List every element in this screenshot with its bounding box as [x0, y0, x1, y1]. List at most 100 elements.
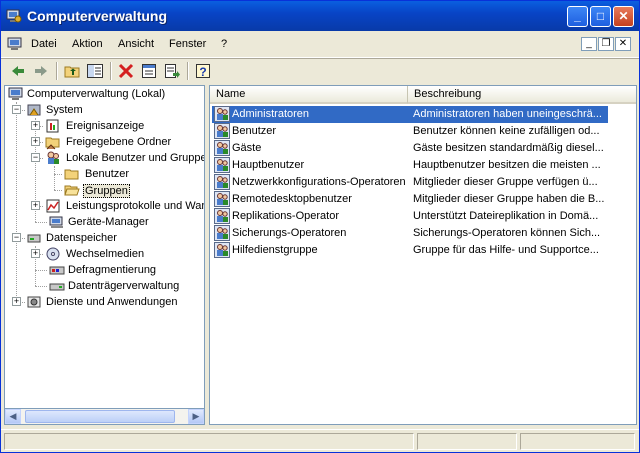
- status-panel: [520, 433, 635, 450]
- console-icon[interactable]: [7, 36, 23, 52]
- tree-item-leistungsprotokolle[interactable]: + Leistungsprotokolle und Warnungen: [5, 198, 204, 214]
- tree-item-lokale-benutzer[interactable]: − Lokale Benutzer und Gruppen: [5, 150, 204, 166]
- tree-item-geraete-manager[interactable]: Geräte-Manager: [5, 214, 204, 230]
- collapse-icon[interactable]: −: [31, 153, 40, 162]
- scroll-right-button[interactable]: ▶: [188, 409, 204, 424]
- delete-icon: [118, 63, 134, 79]
- expand-icon[interactable]: +: [31, 249, 40, 258]
- up-button[interactable]: [63, 62, 81, 80]
- delete-button[interactable]: [117, 62, 135, 80]
- tree-item-label: System: [46, 104, 83, 116]
- table-row[interactable]: Replikations-Operator Unterstützt Dateire…: [212, 208, 608, 225]
- table-row[interactable]: Benutzer Benutzer können keine zufälligen…: [212, 123, 608, 140]
- minimize-icon: _: [574, 9, 581, 23]
- performance-logs-icon: [45, 198, 61, 214]
- menu-help[interactable]: ?: [221, 38, 227, 50]
- table-row[interactable]: Sicherungs-Operatoren Sicherungs-Operator…: [212, 225, 608, 242]
- properties-button[interactable]: [140, 62, 158, 80]
- child-close-button[interactable]: ✕: [615, 37, 631, 51]
- tree-item-dienste[interactable]: + Dienste und Anwendungen: [5, 294, 204, 310]
- maximize-button[interactable]: □: [590, 6, 611, 27]
- table-row[interactable]: Netzwerkkonfigurations-Operatoren Mitglie…: [212, 174, 608, 191]
- table-row[interactable]: Gäste Gäste besitzen standardmäßig diesel…: [212, 140, 608, 157]
- column-header-name[interactable]: Name: [210, 86, 408, 104]
- group-icon: [214, 208, 230, 224]
- tree-item-ereignisanzeige[interactable]: + Ereignisanzeige: [5, 118, 204, 134]
- forward-button[interactable]: [32, 62, 50, 80]
- tree-item-datentraegerverwaltung[interactable]: Datenträgerverwaltung: [5, 278, 204, 294]
- export-list-icon: [165, 64, 180, 78]
- toolbar-separator: [56, 62, 58, 80]
- group-icon: [214, 225, 230, 241]
- computer-management-icon: [8, 86, 24, 102]
- tree-item-label: Ereignisanzeige: [66, 120, 145, 132]
- menu-ansicht[interactable]: Ansicht: [118, 38, 154, 50]
- show-tree-button[interactable]: [86, 62, 104, 80]
- open-folder-icon: [64, 182, 80, 198]
- tree-item-label: Geräte-Manager: [68, 216, 149, 228]
- menu-datei[interactable]: Datei: [31, 38, 57, 50]
- child-restore-button[interactable]: ❐: [598, 37, 614, 51]
- menu-fenster[interactable]: Fenster: [169, 38, 206, 50]
- close-icon: ✕: [618, 38, 628, 49]
- tree-item-label: Datenträgerverwaltung: [68, 280, 180, 292]
- export-list-button[interactable]: [163, 62, 181, 80]
- tree-item-label: Datenspeicher: [46, 232, 117, 244]
- table-row[interactable]: Hilfedienstgruppe Gruppe für das Hilfe- u…: [212, 242, 608, 259]
- chevron-left-icon: ◀: [9, 411, 17, 421]
- collapse-icon[interactable]: −: [12, 105, 21, 114]
- close-button[interactable]: ✕: [613, 6, 634, 27]
- group-name: Benutzer: [232, 125, 277, 137]
- tree-item-label: Benutzer: [85, 168, 130, 180]
- tree-item-label: Freigegebene Ordner: [66, 136, 172, 148]
- tree-item-label: Gruppen: [83, 184, 130, 198]
- tree-item-label: Defragmentierung: [68, 264, 157, 276]
- back-arrow-icon: [12, 66, 24, 76]
- column-header-beschreibung[interactable]: Beschreibung: [408, 86, 636, 104]
- scroll-thumb[interactable]: [25, 410, 175, 423]
- menu-bar: Datei Aktion Ansicht Fenster ? _ ❐ ✕: [1, 31, 639, 58]
- details-list[interactable]: Name Beschreibung Administratoren Adminis…: [209, 85, 637, 425]
- device-manager-icon: [49, 214, 65, 230]
- expand-icon[interactable]: +: [31, 137, 40, 146]
- tree-item-label: Dienste und Anwendungen: [46, 296, 178, 308]
- menu-aktion[interactable]: Aktion: [72, 38, 103, 50]
- group-name: Administratoren: [232, 108, 310, 120]
- tree-item-system[interactable]: − System: [5, 102, 204, 118]
- table-row[interactable]: Administratoren Administratoren haben une…: [212, 106, 608, 123]
- collapse-icon[interactable]: −: [12, 233, 21, 242]
- group-name: Hilfedienstgruppe: [232, 244, 318, 256]
- back-button[interactable]: [9, 62, 27, 80]
- group-name: Netzwerkkonfigurations-Operatoren: [232, 176, 406, 188]
- system-tools-icon: [26, 102, 42, 118]
- console-tree[interactable]: Computerverwaltung (Lokal) − System + Er…: [4, 85, 205, 425]
- defrag-icon: [49, 262, 65, 278]
- help-button[interactable]: ?: [194, 62, 212, 80]
- child-minimize-button[interactable]: _: [581, 37, 597, 51]
- app-window: Computerverwaltung _ □ ✕ Datei Aktion An…: [0, 0, 640, 453]
- tree-item-defragmentierung[interactable]: Defragmentierung: [5, 262, 204, 278]
- tree-horizontal-scrollbar[interactable]: ◀ ▶: [4, 408, 205, 425]
- expand-icon[interactable]: +: [12, 297, 21, 306]
- scroll-left-button[interactable]: ◀: [5, 409, 21, 424]
- event-viewer-icon: [45, 118, 61, 134]
- expand-icon[interactable]: +: [31, 121, 40, 130]
- tree-item-gruppen[interactable]: Gruppen: [5, 182, 204, 198]
- group-description: Mitglieder dieser Gruppe haben die B...: [413, 193, 605, 205]
- expand-icon[interactable]: +: [31, 201, 40, 210]
- minimize-button[interactable]: _: [567, 6, 588, 27]
- tree-item-benutzer[interactable]: Benutzer: [5, 166, 204, 182]
- title-bar[interactable]: Computerverwaltung _ □ ✕: [1, 1, 639, 31]
- toolbar: ?: [1, 58, 639, 83]
- status-panel: [4, 433, 414, 450]
- group-description: Administratoren haben uneingeschrä...: [413, 108, 602, 120]
- tree-item-freigegebene-ordner[interactable]: + Freigegebene Ordner: [5, 134, 204, 150]
- table-row[interactable]: Hauptbenutzer Hauptbenutzer besitzen die …: [212, 157, 608, 174]
- tree-item-computerverwaltung[interactable]: Computerverwaltung (Lokal): [5, 86, 204, 102]
- up-folder-icon: [64, 66, 80, 78]
- table-row[interactable]: Remotedesktopbenutzer Mitglieder dieser G…: [212, 191, 608, 208]
- tree-item-wechselmedien[interactable]: + Wechselmedien: [5, 246, 204, 262]
- tree-item-datenspeicher[interactable]: − Datenspeicher: [5, 230, 204, 246]
- computer-management-icon: [6, 8, 22, 24]
- group-description: Mitglieder dieser Gruppe verfügen ü...: [413, 176, 598, 188]
